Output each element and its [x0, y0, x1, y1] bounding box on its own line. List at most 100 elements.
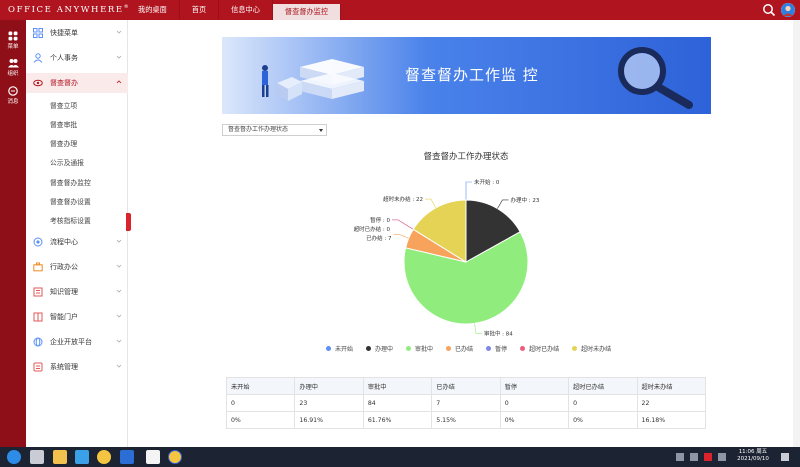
legend-item[interactable]: 超时已办结 — [520, 343, 559, 353]
sidebar-item-knowledge[interactable]: 知识管理 — [26, 282, 128, 302]
legend-item[interactable]: 超时未办结 — [572, 343, 611, 353]
grid-icon — [8, 31, 18, 41]
sidebar-collapse-handle[interactable] — [126, 213, 131, 231]
pie-leader-line — [497, 199, 509, 209]
notification-icon[interactable] — [781, 453, 789, 461]
briefcase-icon — [33, 262, 43, 272]
clock-date: 2021/09/10 — [737, 456, 769, 462]
volume-icon[interactable] — [718, 453, 726, 461]
scrollbar[interactable] — [793, 20, 800, 447]
table-cell: 0 — [225, 394, 296, 412]
sidebar-item-quick-menu[interactable]: 快捷菜单 — [26, 23, 128, 43]
chevron-down-icon — [116, 364, 122, 368]
settings-icon — [33, 362, 43, 372]
pie-leader-line — [393, 234, 409, 239]
chevron-down-icon — [116, 314, 122, 318]
sidebar-subitem-notice[interactable]: 公示及通报 — [50, 157, 84, 167]
pie-data-label: 未开始 : 0 — [474, 178, 500, 186]
legend-label: 超时已办结 — [529, 345, 560, 353]
table-cell: 22 — [636, 394, 707, 412]
start-icon[interactable] — [7, 450, 21, 464]
table-header-cell: 办理中 — [294, 377, 364, 395]
sidebar-item-label: 智能门户 — [50, 313, 78, 321]
sidebar-item-label: 流程中心 — [50, 238, 78, 246]
user-avatar-icon — [781, 3, 795, 17]
stats-table: 未开始 办理中 审批中 已办结 暂停 超时已办结 超时未办结 0 23 84 7… — [225, 377, 707, 429]
sidebar-subitem-kpi[interactable]: 考核指标设置 — [50, 215, 91, 225]
table-header-cell: 超时已办结 — [568, 377, 638, 395]
legend-item[interactable]: 审批中 — [406, 343, 433, 353]
tray-icon[interactable] — [690, 453, 698, 461]
rail-message[interactable]: 消息 — [0, 86, 26, 105]
table-cell: 0% — [225, 411, 296, 429]
status-filter-value: 督查督办工作办理状态 — [228, 126, 289, 133]
table-cell: 84 — [362, 394, 433, 412]
tab-my-desktop[interactable]: 我的桌面 — [126, 0, 180, 20]
app-td-icon[interactable] — [146, 450, 160, 464]
network-icon[interactable] — [676, 453, 684, 461]
chevron-down-icon — [116, 264, 122, 268]
tab-bar: 我的桌面 首页 信息中心 督查督办监控 — [126, 0, 342, 20]
table-header-cell: 未开始 — [225, 377, 296, 395]
rail-message-label: 消息 — [7, 99, 19, 105]
browser-icon[interactable] — [97, 450, 111, 464]
avatar[interactable] — [781, 3, 795, 17]
file-explorer-icon[interactable] — [53, 450, 67, 464]
taskbar-clock[interactable]: 11:06 周五 2021/09/10 — [736, 449, 770, 463]
pie-leader-line — [474, 323, 482, 334]
sidebar-item-admin-office[interactable]: 行政办公 — [26, 257, 128, 277]
legend-item[interactable]: 未开始 — [326, 343, 353, 353]
folder-icon[interactable] — [75, 450, 89, 464]
sidebar-item-portal[interactable]: 智能门户 — [26, 307, 128, 327]
rail-menu[interactable]: 菜单 — [0, 31, 26, 50]
pie-data-label: 超时已办结 : 0 — [354, 225, 391, 233]
legend-label: 超时未办结 — [581, 345, 612, 353]
legend-item[interactable]: 已办结 — [446, 343, 473, 353]
tab-info-center[interactable]: 信息中心 — [219, 0, 273, 20]
sidebar-subitem-handling[interactable]: 督查办理 — [50, 138, 77, 148]
sidebar-item-system[interactable]: 系统管理 — [26, 357, 128, 377]
tab-home[interactable]: 首页 — [180, 0, 220, 20]
legend-dot — [520, 345, 526, 351]
sidebar-item-workflow[interactable]: 流程中心 — [26, 232, 128, 252]
legend-label: 审批中 — [415, 345, 434, 353]
top-bar: Office Anywhere® 我的桌面 首页 信息中心 督查督办监控 — [0, 0, 800, 20]
sidebar-item-supervision[interactable]: 督查督办 — [26, 73, 128, 93]
pie-data-label: 审批中 : 84 — [484, 329, 513, 337]
table-cell: 16.91% — [294, 411, 364, 429]
tab-supervision-monitor[interactable]: 督查督办监控 — [272, 4, 342, 20]
sidebar-item-label: 系统管理 — [50, 363, 78, 371]
table-header-row: 未开始 办理中 审批中 已办结 暂停 超时已办结 超时未办结 — [225, 377, 707, 395]
chart-title: 督查督办工作办理状态 — [423, 152, 509, 162]
word-icon[interactable] — [120, 450, 134, 464]
tray-app-icon[interactable] — [704, 453, 712, 461]
table-row: 0 23 84 7 0 0 22 — [225, 394, 707, 412]
sidebar-item-label: 行政办公 — [50, 263, 78, 271]
sidebar-item-open-platform[interactable]: 企业开放平台 — [26, 332, 128, 352]
rail-org[interactable]: 组织 — [0, 58, 26, 77]
chevron-down-icon — [116, 239, 122, 243]
sidebar-subitem-project[interactable]: 督查立项 — [50, 100, 77, 110]
table-row: 0% 16.91% 61.76% 5.15% 0% 0% 16.18% — [225, 411, 707, 429]
sidebar-item-label: 快捷菜单 — [50, 29, 78, 37]
globe-icon — [33, 337, 43, 347]
clock-time: 11:06 周五 — [738, 449, 768, 455]
legend-dot — [572, 345, 578, 351]
legend-dot — [326, 345, 331, 351]
status-filter-select[interactable]: 督查督办工作办理状态 — [222, 124, 327, 136]
sidebar-item-personal[interactable]: 个人事务 — [26, 48, 128, 68]
browser-active-icon[interactable] — [168, 450, 182, 464]
legend-item[interactable]: 办理中 — [366, 343, 393, 353]
task-view-icon[interactable] — [30, 450, 44, 464]
sidebar-subitem-approval[interactable]: 督查审批 — [50, 119, 77, 129]
sidebar-subitem-monitor[interactable]: 督查督办监控 — [50, 177, 91, 187]
table-cell: 0 — [568, 394, 638, 412]
os-taskbar: 11:06 周五 2021/09/10 — [0, 447, 800, 467]
sidebar-subitem-settings[interactable]: 督查督办设置 — [50, 196, 91, 206]
chart-legend: 未开始 办理中 审批中 已办结 暂停 超时已办结 超时未办结 — [326, 343, 624, 353]
chevron-down-icon — [116, 289, 122, 293]
table-cell: 0 — [499, 394, 570, 412]
people-icon — [7, 59, 19, 68]
search-icon[interactable] — [762, 3, 776, 17]
legend-item[interactable]: 暂停 — [486, 343, 507, 353]
